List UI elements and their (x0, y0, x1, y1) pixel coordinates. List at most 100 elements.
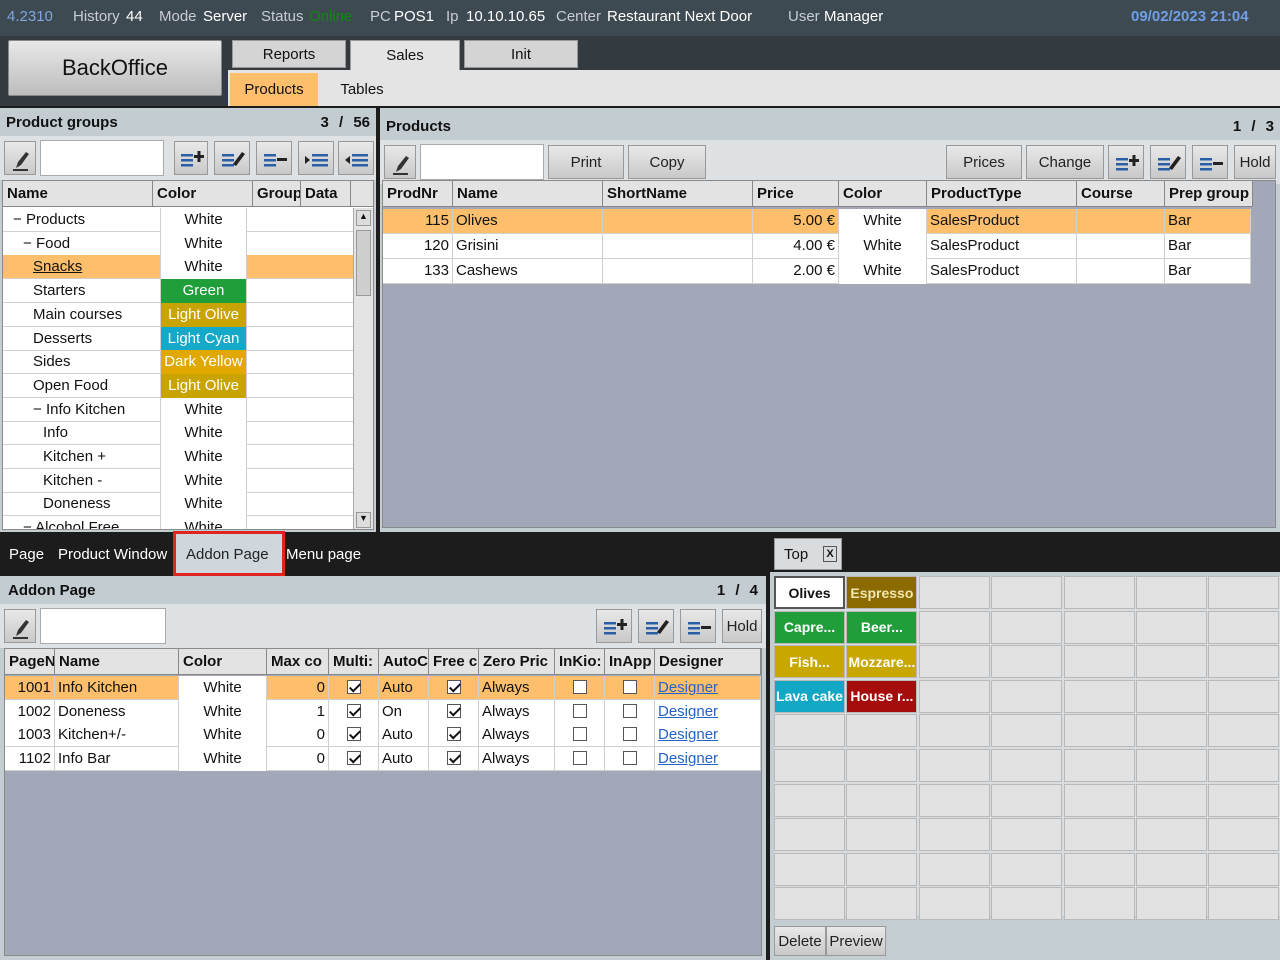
empty-tile[interactable] (918, 852, 990, 886)
empty-tile[interactable] (1063, 783, 1135, 817)
groups-search-input[interactable] (40, 140, 164, 176)
change-button[interactable]: Change (1026, 145, 1104, 179)
col-name[interactable]: Name (55, 649, 179, 675)
checkbox[interactable] (572, 680, 587, 695)
remove-product-button[interactable] (1192, 145, 1228, 179)
col-prepgroup[interactable]: Prep group (1165, 181, 1253, 207)
empty-tile[interactable] (774, 714, 845, 748)
empty-tile[interactable] (846, 714, 918, 748)
empty-tile[interactable] (774, 852, 845, 886)
empty-tile[interactable] (1063, 749, 1135, 782)
empty-tile[interactable] (846, 783, 918, 817)
group-row[interactable]: Starters Green (3, 279, 373, 304)
col-designer[interactable]: Designer (655, 649, 761, 675)
group-row[interactable]: Sides Dark Yellow (3, 350, 373, 375)
col-group[interactable]: Group (253, 181, 301, 207)
prices-button[interactable]: Prices (946, 145, 1022, 179)
subtab-products[interactable]: Products (230, 73, 318, 106)
empty-tile[interactable] (1136, 852, 1207, 886)
checkbox[interactable] (446, 751, 461, 766)
checkbox[interactable] (346, 703, 361, 718)
products-search-input[interactable] (420, 144, 544, 180)
checkbox[interactable] (622, 703, 637, 718)
group-row[interactable]: − Products White (3, 208, 373, 232)
checkbox[interactable] (572, 727, 587, 742)
group-row[interactable]: Kitchen + White (3, 445, 373, 469)
group-row[interactable]: Main courses Light Olive (3, 302, 373, 327)
empty-tile[interactable] (1063, 714, 1135, 748)
checkbox[interactable] (346, 727, 361, 742)
empty-tile[interactable] (991, 610, 1063, 644)
empty-tile[interactable] (774, 749, 845, 782)
empty-tile[interactable] (991, 783, 1063, 817)
backoffice-button[interactable]: BackOffice (8, 40, 222, 96)
col-data[interactable]: Data (301, 181, 351, 207)
checkbox[interactable] (622, 680, 637, 695)
subtab-tables[interactable]: Tables (322, 73, 402, 106)
empty-tile[interactable] (918, 714, 990, 748)
empty-tile[interactable] (918, 576, 990, 609)
group-row[interactable]: − Info Kitchen White (3, 397, 373, 422)
empty-tile[interactable] (991, 818, 1063, 852)
empty-tile[interactable] (1136, 679, 1207, 713)
empty-tile[interactable] (1063, 852, 1135, 886)
outdent-button[interactable] (338, 141, 374, 175)
col-zero-price[interactable]: Zero Pric (479, 649, 555, 675)
edit-product-button[interactable] (1150, 145, 1186, 179)
edit-button[interactable] (4, 141, 36, 175)
empty-tile[interactable] (774, 783, 845, 817)
remove-group-button[interactable] (256, 141, 292, 175)
group-row[interactable]: − Alcohol Free White (3, 516, 373, 529)
empty-tile[interactable] (846, 887, 918, 921)
group-row[interactable]: Desserts Light Cyan (3, 326, 373, 351)
checkbox[interactable] (346, 751, 361, 766)
tab-init[interactable]: Init (464, 40, 578, 68)
product-tile[interactable]: Mozzare... (846, 645, 918, 679)
empty-tile[interactable] (1208, 887, 1280, 921)
empty-tile[interactable] (1136, 576, 1207, 609)
empty-tile[interactable] (991, 887, 1063, 921)
scroll-down-icon[interactable]: ▼ (356, 512, 371, 528)
group-row[interactable]: Open Food Light Olive (3, 373, 373, 398)
product-tile[interactable]: Espresso (846, 576, 918, 609)
col-in-kiosk[interactable]: InKio: (555, 649, 605, 675)
empty-tile[interactable] (1136, 714, 1207, 748)
group-row[interactable]: Info White (3, 421, 373, 446)
product-tile[interactable]: Lava cake (774, 679, 845, 713)
empty-tile[interactable] (1063, 818, 1135, 852)
empty-tile[interactable] (918, 679, 990, 713)
empty-tile[interactable] (1063, 887, 1135, 921)
addon-row[interactable]: 1102 Info Bar White 0 Auto Always Designer (5, 747, 761, 772)
empty-tile[interactable] (991, 576, 1063, 609)
col-name[interactable]: Name (453, 181, 603, 207)
col-color[interactable]: Color (153, 181, 253, 207)
addon-row[interactable]: 1001 Info Kitchen White 0 Auto Always Designer (5, 676, 761, 700)
empty-tile[interactable] (774, 818, 845, 852)
tab-top[interactable]: Top X (774, 538, 842, 570)
product-tile[interactable]: Fish... (774, 645, 845, 679)
tab-page[interactable]: Page (9, 546, 44, 563)
groups-scrollbar[interactable]: ▲ ▼ (353, 208, 373, 529)
empty-tile[interactable] (1136, 887, 1207, 921)
checkbox[interactable] (446, 680, 461, 695)
designer-link[interactable]: Designer (658, 703, 718, 720)
col-price[interactable]: Price (753, 181, 839, 207)
edit-group-button[interactable] (214, 141, 250, 175)
col-auto[interactable]: AutoC (379, 649, 429, 675)
tab-menu-page[interactable]: Menu page (286, 546, 361, 563)
tab-sales[interactable]: Sales (350, 40, 460, 70)
checkbox[interactable] (622, 727, 637, 742)
empty-tile[interactable] (991, 714, 1063, 748)
empty-tile[interactable] (991, 749, 1063, 782)
empty-tile[interactable] (846, 852, 918, 886)
tab-reports[interactable]: Reports (232, 40, 346, 68)
empty-tile[interactable] (846, 818, 918, 852)
empty-tile[interactable] (1208, 783, 1280, 817)
edit-addon-button[interactable] (638, 609, 674, 643)
products-hold-button[interactable]: Hold (1234, 145, 1276, 179)
products-edit-button[interactable] (384, 145, 416, 179)
empty-tile[interactable] (1208, 679, 1280, 713)
empty-tile[interactable] (991, 852, 1063, 886)
empty-tile[interactable] (846, 749, 918, 782)
col-prodnr[interactable]: ProdNr (383, 181, 453, 207)
